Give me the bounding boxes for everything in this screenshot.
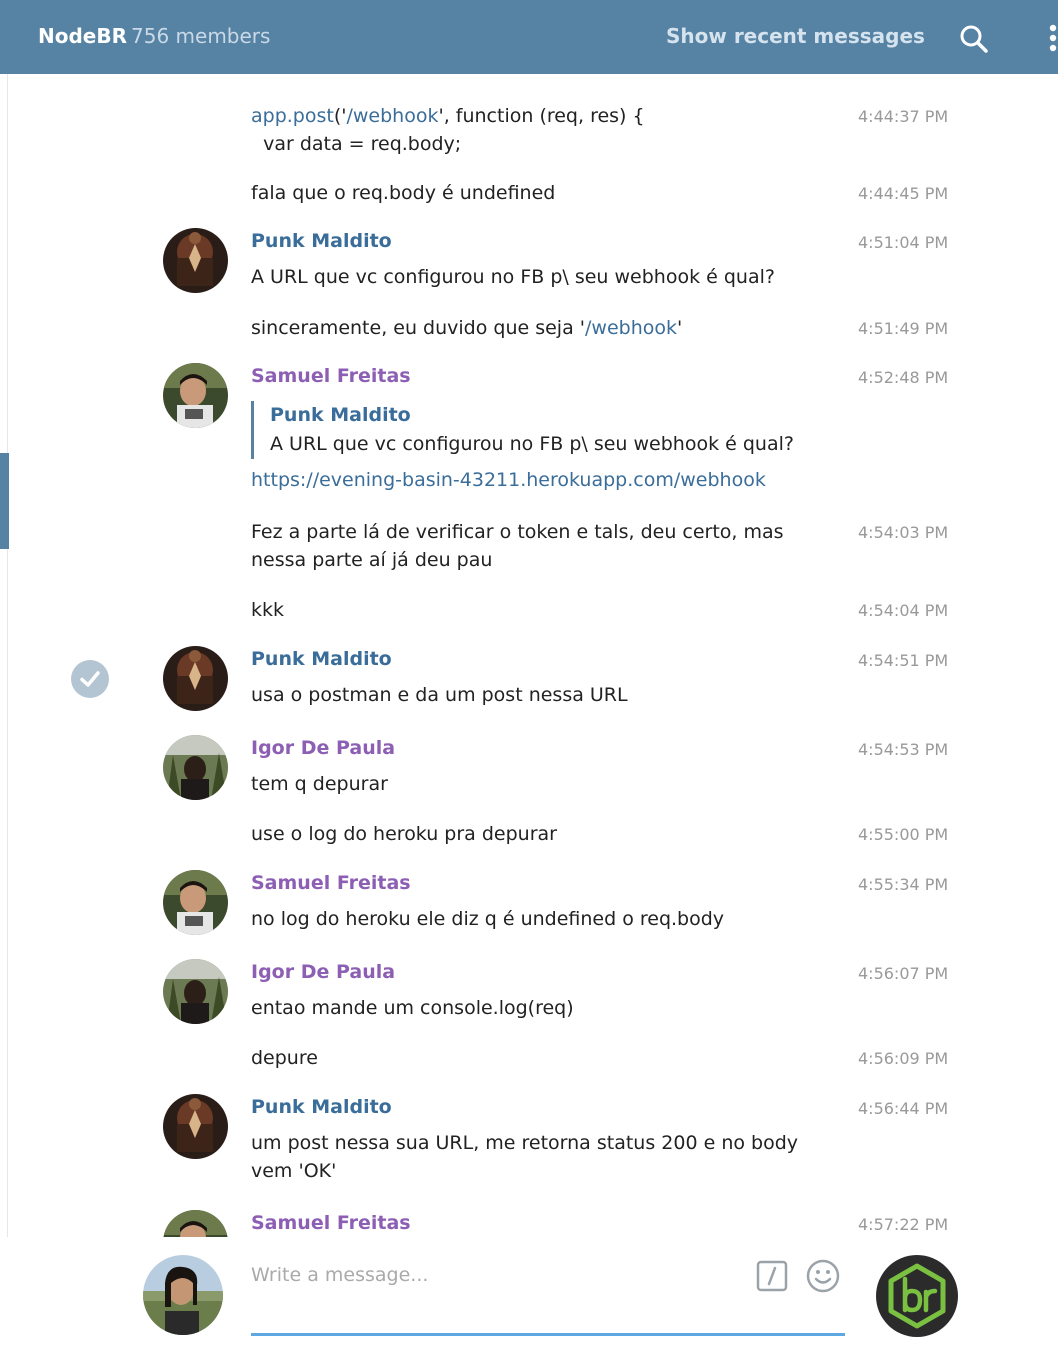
code-link[interactable]: /webhook bbox=[346, 105, 438, 127]
message-input[interactable] bbox=[251, 1255, 731, 1295]
link[interactable]: https://evening-basin-43211.herokuapp.co… bbox=[251, 469, 766, 491]
message-text: depure bbox=[251, 1047, 318, 1069]
message-text: app.post('/webhook', function (req, res)… bbox=[251, 105, 645, 155]
br-hexagon-icon[interactable] bbox=[876, 1255, 958, 1337]
message-text: use o log do heroku pra depurar bbox=[251, 823, 557, 845]
message-text: entao mande um console.log(req) bbox=[251, 997, 574, 1019]
message-text: sinceramente, eu duvido que seja '/webho… bbox=[251, 317, 683, 339]
message-text: kkk bbox=[251, 599, 285, 621]
author-name[interactable]: Samuel Freitas bbox=[251, 872, 411, 894]
quoted-message[interactable]: Punk Maldito A URL que vc configurou no … bbox=[251, 401, 794, 459]
message-time: 4:55:00 PM bbox=[858, 825, 949, 844]
author-name[interactable]: Samuel Freitas bbox=[251, 365, 411, 387]
avatar-igor-de-paula[interactable] bbox=[163, 735, 228, 800]
message-text: usa o postman e da um post nessa URL bbox=[251, 684, 628, 706]
message-time: 4:52:48 PM bbox=[858, 368, 949, 387]
author-name[interactable]: Igor De Paula bbox=[251, 961, 395, 983]
input-focus-underline bbox=[251, 1333, 845, 1336]
avatar-igor-de-paula[interactable] bbox=[163, 959, 228, 1024]
message-composer bbox=[0, 1237, 1058, 1350]
author-name[interactable]: Punk Maldito bbox=[251, 1096, 392, 1118]
code-link[interactable]: app.post bbox=[251, 105, 334, 127]
message-time: 4:54:03 PM bbox=[858, 523, 949, 542]
author-name[interactable]: Punk Maldito bbox=[251, 648, 392, 670]
message-time: 4:54:53 PM bbox=[858, 740, 949, 759]
message-time: 4:44:45 PM bbox=[858, 184, 949, 203]
chat-title[interactable]: NodeBR bbox=[38, 24, 127, 48]
quote-author: Punk Maldito bbox=[270, 404, 411, 426]
message-text: no log do heroku ele diz q é undefined o… bbox=[251, 908, 725, 930]
message-time: 4:44:37 PM bbox=[858, 107, 949, 126]
message-time: 4:55:34 PM bbox=[858, 875, 949, 894]
message-time: 4:56:07 PM bbox=[858, 964, 949, 983]
slash-command-icon[interactable] bbox=[756, 1260, 788, 1292]
check-icon[interactable] bbox=[71, 660, 109, 698]
message-time: 4:51:04 PM bbox=[858, 233, 949, 252]
show-recent-messages-button[interactable]: Show recent messages bbox=[666, 24, 925, 48]
member-count[interactable]: 756 members bbox=[131, 24, 270, 48]
message-text: tem q depurar bbox=[251, 773, 388, 795]
author-name[interactable]: Samuel Freitas bbox=[251, 1212, 411, 1234]
link[interactable]: /webhook bbox=[585, 317, 677, 339]
message-text: fala que o req.body é undefined bbox=[251, 182, 556, 204]
message-time: 4:54:51 PM bbox=[858, 651, 949, 670]
avatar-samuel-freitas[interactable] bbox=[163, 363, 228, 428]
avatar-punk-maldito[interactable] bbox=[163, 1094, 228, 1159]
message-time: 4:51:49 PM bbox=[858, 319, 949, 338]
message-time: 4:54:04 PM bbox=[858, 601, 949, 620]
message-history[interactable]: app.post('/webhook', function (req, res)… bbox=[0, 74, 1058, 1237]
vertical-dots-icon[interactable] bbox=[1046, 24, 1058, 52]
chat-header: NodeBR 756 members Show recent messages bbox=[0, 0, 1058, 74]
author-name[interactable]: Igor De Paula bbox=[251, 737, 395, 759]
message-time: 4:56:09 PM bbox=[858, 1049, 949, 1068]
message-text: Fez a parte lá de verificar o token e ta… bbox=[251, 521, 790, 571]
search-icon[interactable] bbox=[958, 23, 990, 55]
avatar-samuel-freitas[interactable] bbox=[163, 870, 228, 935]
my-avatar[interactable] bbox=[143, 1255, 223, 1335]
message-text: um post nessa sua URL, me retorna status… bbox=[251, 1132, 805, 1182]
message-text: A URL que vc configurou no FB p\ seu web… bbox=[251, 266, 775, 288]
avatar-samuel-freitas[interactable] bbox=[163, 1210, 228, 1237]
message-time: 4:56:44 PM bbox=[858, 1099, 949, 1118]
message-time: 4:57:22 PM bbox=[858, 1215, 949, 1234]
quote-text: A URL que vc configurou no FB p\ seu web… bbox=[270, 433, 794, 455]
avatar-punk-maldito[interactable] bbox=[163, 646, 228, 711]
author-name[interactable]: Punk Maldito bbox=[251, 230, 392, 252]
avatar-punk-maldito[interactable] bbox=[163, 228, 228, 293]
smiley-icon[interactable] bbox=[805, 1258, 841, 1294]
